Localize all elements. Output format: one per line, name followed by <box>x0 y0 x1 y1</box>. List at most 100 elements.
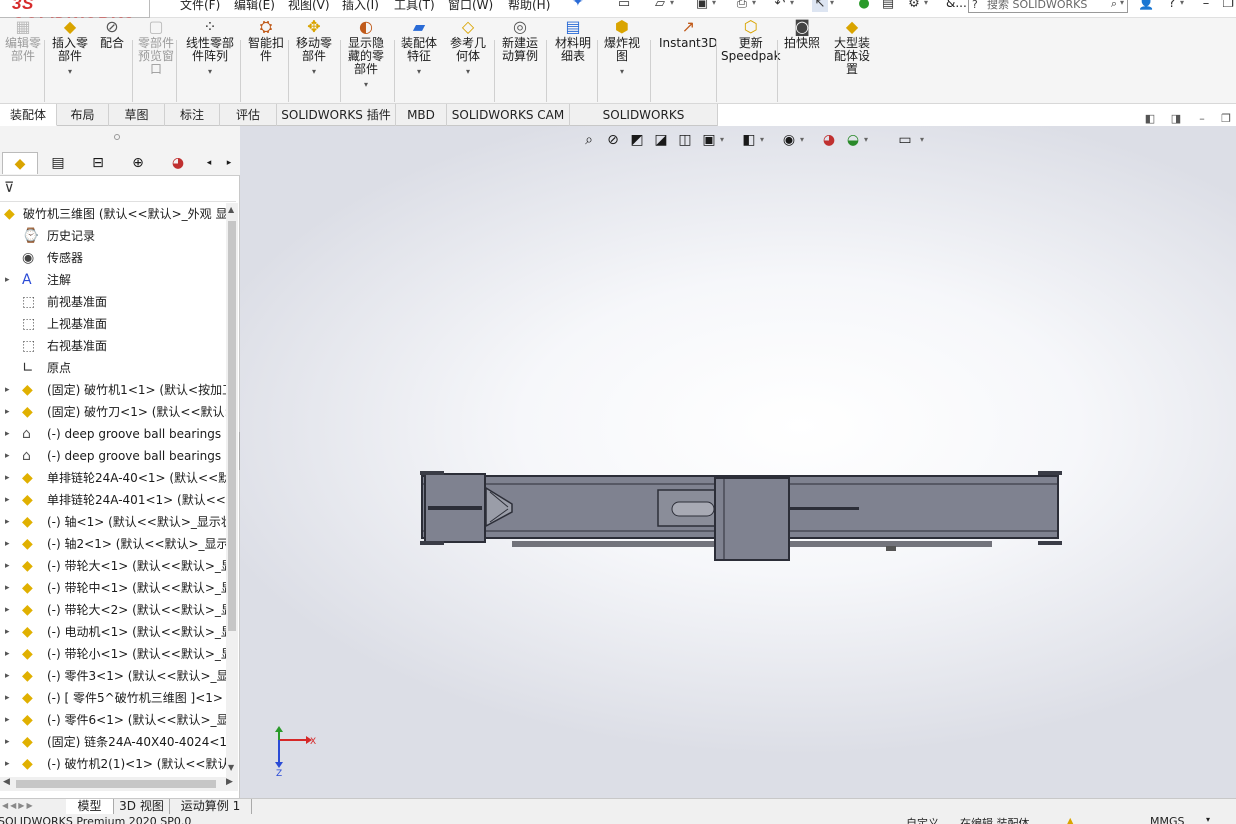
assembly-features-button[interactable]: ▰ 装配体 特征 ▾ <box>401 18 437 78</box>
scroll-up-icon[interactable]: ▲ <box>228 205 234 214</box>
open-icon[interactable]: ▱ <box>652 0 668 12</box>
tree-filter-row[interactable]: ⊽ <box>0 178 236 202</box>
tree-item[interactable]: ▸ ◆ (-) 带轮中<1> (默认<<默认>_显 <box>0 577 226 599</box>
logo-box[interactable]: 3S SOLIDWORKS <box>0 0 150 33</box>
insert-component-button[interactable]: ◆ 插入零 部件 ▾ <box>52 18 88 78</box>
undo-dropdown-icon[interactable]: ▾ <box>790 0 794 7</box>
property-manager-tab-icon[interactable]: ▤ <box>40 152 76 174</box>
expand-arrow-icon[interactable]: ▸ <box>5 731 10 753</box>
open-dropdown-icon[interactable]: ▾ <box>670 0 674 7</box>
tree-item[interactable]: ⌚ 历史记录 <box>0 225 226 247</box>
undo-icon[interactable]: ↶ <box>772 0 788 12</box>
dimxpert-manager-tab-icon[interactable]: ⊕ <box>120 152 156 174</box>
edit-appearance-icon[interactable]: ◕ <box>820 132 838 148</box>
tree-item[interactable]: ▸ ◆ (-) 带轮小<1> (默认<<默认>_显 <box>0 643 226 665</box>
tree-item[interactable]: ▸ ◆ (-) 带轮大<1> (默认<<默认>_显 <box>0 555 226 577</box>
tree-root[interactable]: ◆ 破竹机三维图 (默认<<默认>_外观 显 <box>0 203 226 225</box>
command-dropdown-icon[interactable]: ▾ <box>348 78 384 91</box>
tree-item[interactable]: ▸ ◆ (-) 破竹机2(1)<1> (默认<<默认 <box>0 753 226 775</box>
tabs-scroll-right-icon[interactable]: ▸ <box>220 152 238 174</box>
command-dropdown-icon[interactable]: ▾ <box>450 65 486 78</box>
expand-arrow-icon[interactable]: ▸ <box>5 489 10 511</box>
expand-arrow-icon[interactable]: ▸ <box>5 511 10 533</box>
expand-arrow-icon[interactable]: ▸ <box>5 401 10 423</box>
large-assembly-button[interactable]: ◆ 大型装 配体设 置 <box>834 18 870 76</box>
scroll-right-icon[interactable]: ▶ <box>226 777 233 787</box>
instant3d-button[interactable]: ↗ Instant3D <box>659 18 718 50</box>
panel-right-icon[interactable]: ◨ <box>1170 113 1182 125</box>
expand-arrow-icon[interactable]: ▸ <box>5 423 10 445</box>
status-custom[interactable]: 自定义 <box>906 815 939 824</box>
show-hidden-button[interactable]: ◐ 显示隐 藏的零 部件 ▾ <box>348 18 384 91</box>
select-icon[interactable]: ↖ <box>812 0 828 12</box>
restore-window-icon[interactable]: ❐ <box>1220 0 1236 12</box>
expand-arrow-icon[interactable]: ▸ <box>5 445 10 467</box>
graphics-area[interactable]: X Z <box>240 126 1236 798</box>
expand-arrow-icon[interactable]: ▸ <box>5 533 10 555</box>
tree-item[interactable]: ▸ ◆ (-) 轴<1> (默认<<默认>_显示状 <box>0 511 226 533</box>
tree-item[interactable]: ▸ ◆ (固定) 破竹刀<1> (默认<<默认: <box>0 401 226 423</box>
feature-manager-tab-icon[interactable]: ◆ <box>2 152 38 174</box>
bottom-tab-1[interactable]: 3D 视图 <box>114 799 170 815</box>
user-icon[interactable]: 👤 <box>1138 0 1154 12</box>
options-dropdown-icon[interactable]: ▾ <box>924 0 928 7</box>
tab-8[interactable]: SOLIDWORKS Inspection <box>570 104 718 144</box>
expand-arrow-icon[interactable]: ▸ <box>5 269 10 291</box>
tree-item[interactable]: ▸ A 注解 <box>0 269 226 291</box>
tab-navigation-icon[interactable]: ◀◀▶▶ <box>2 801 62 813</box>
scroll-down-icon[interactable]: ▼ <box>228 763 234 772</box>
doc-restore-icon[interactable]: ❐ <box>1220 113 1232 125</box>
expand-arrow-icon[interactable]: ▸ <box>5 577 10 599</box>
search-field[interactable]: ? 搜索 SOLIDWORKS ⌕ <box>968 0 1128 13</box>
tree-item[interactable]: ▸ ◆ (固定) 破竹机1<1> (默认<按加工 <box>0 379 226 401</box>
zoom-to-fit-icon[interactable]: ⌕ <box>580 132 598 148</box>
tab-2[interactable]: 草图 <box>109 104 165 126</box>
display-style-dropdown-icon[interactable]: ▾ <box>760 135 764 144</box>
traffic-light-icon[interactable]: ● <box>856 0 872 12</box>
print-icon[interactable]: ⎙ <box>734 0 750 12</box>
select-dropdown-icon[interactable]: ▾ <box>830 0 834 7</box>
view-orientation-dropdown-icon[interactable]: ▾ <box>720 135 724 144</box>
mate-button[interactable]: ⊘ 配合 <box>100 18 124 50</box>
tree-item[interactable]: ⬚ 上视基准面 <box>0 313 226 335</box>
expand-arrow-icon[interactable]: ▸ <box>5 379 10 401</box>
menu-window[interactable]: 窗口(W) <box>448 0 493 13</box>
help-dropdown-icon[interactable]: ▾ <box>1180 0 1184 7</box>
status-units[interactable]: MMGS <box>1150 815 1185 824</box>
panel-left-icon[interactable]: ◧ <box>1144 113 1156 125</box>
command-dropdown-icon[interactable]: ▾ <box>296 65 332 78</box>
save-dropdown-icon[interactable]: ▾ <box>712 0 716 7</box>
new-motion-study-button[interactable]: ◎ 新建运 动算例 <box>502 18 538 63</box>
tree-item[interactable]: ▸ ◆ 单排链轮24A-40<1> (默认<<默 <box>0 467 226 489</box>
move-component-button[interactable]: ✥ 移动零 部件 ▾ <box>296 18 332 78</box>
vertical-scroll-thumb[interactable] <box>228 221 236 631</box>
tree-item[interactable]: ⬚ 前视基准面 <box>0 291 226 313</box>
expand-arrow-icon[interactable]: ▸ <box>5 665 10 687</box>
menu-edit[interactable]: 编辑(E) <box>234 0 275 13</box>
save-icon[interactable]: ▣ <box>694 0 710 12</box>
tree-item[interactable]: ▸ ◆ (-) 零件6<1> (默认<<默认>_显 <box>0 709 226 731</box>
pin-icon[interactable]: ✦ <box>572 0 584 10</box>
previous-view-icon[interactable]: ◩ <box>628 132 646 148</box>
bottom-tab-0[interactable]: 模型 <box>66 799 114 815</box>
expand-arrow-icon[interactable]: ▸ <box>5 643 10 665</box>
scroll-left-icon[interactable]: ◀ <box>3 777 10 787</box>
tree-item[interactable]: ▸ ◆ (-) 轴2<1> (默认<<默认>_显示 <box>0 533 226 555</box>
rebuild-status-icon[interactable]: ▲ <box>1066 815 1074 824</box>
menu-help[interactable]: 帮助(H) <box>508 0 550 13</box>
filter-icon[interactable]: ⊽ <box>4 180 14 196</box>
rebuild-icon[interactable]: ▤ <box>880 0 896 12</box>
apply-scene-icon[interactable]: ◒ <box>844 132 862 148</box>
linear-pattern-button[interactable]: ⁘ 线性零部 件阵列 ▾ <box>186 18 234 78</box>
command-dropdown-icon[interactable]: ▾ <box>52 65 88 78</box>
new-icon[interactable]: ▭ <box>616 0 632 12</box>
tab-7[interactable]: SOLIDWORKS CAM <box>447 104 570 126</box>
tab-6[interactable]: MBD <box>396 104 447 126</box>
display-style-icon[interactable]: ◧ <box>740 132 758 148</box>
tree-item[interactable]: ⬚ 右视基准面 <box>0 335 226 357</box>
tab-1[interactable]: 布局 <box>57 104 109 126</box>
expand-arrow-icon[interactable]: ▸ <box>5 467 10 489</box>
zoom-to-area-icon[interactable]: ⊘ <box>604 132 622 148</box>
command-dropdown-icon[interactable]: ▾ <box>186 65 234 78</box>
search-dropdown-icon[interactable]: ▾ <box>1120 0 1124 7</box>
